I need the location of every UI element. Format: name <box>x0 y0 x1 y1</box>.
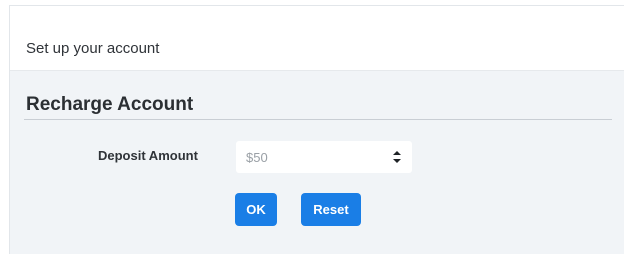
panel-header: Set up your account <box>10 6 624 71</box>
account-setup-panel: Set up your account Recharge Account Dep… <box>9 5 624 254</box>
section-title: Recharge Account <box>26 94 194 115</box>
deposit-amount-select[interactable]: $50 <box>236 141 412 173</box>
deposit-amount-value: $50 <box>246 150 268 165</box>
reset-button[interactable]: Reset <box>301 193 361 226</box>
deposit-amount-label: Deposit Amount <box>98 148 198 163</box>
ok-button[interactable]: OK <box>235 193 277 226</box>
up-down-chevron-icon <box>393 151 401 163</box>
section-divider <box>24 119 612 120</box>
page-title: Set up your account <box>26 40 160 57</box>
